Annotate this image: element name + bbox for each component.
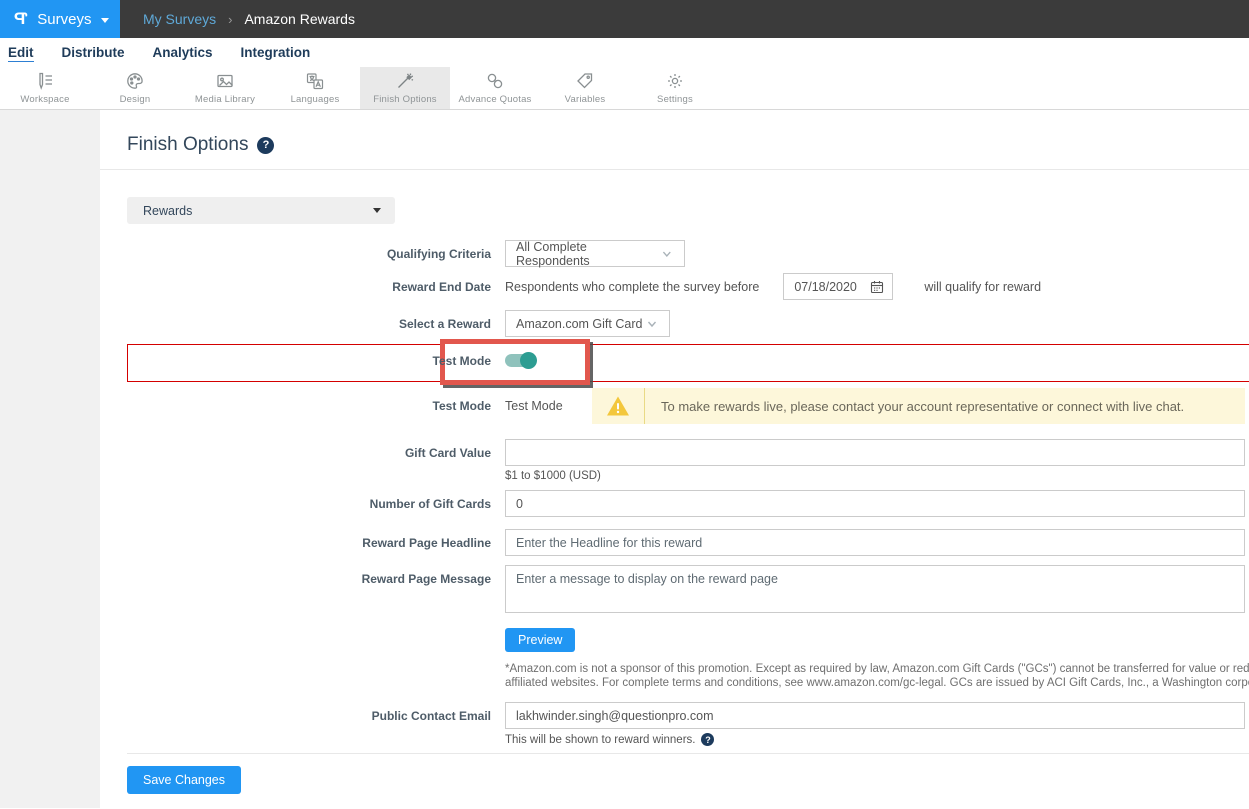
- test-mode-toggle[interactable]: [505, 354, 535, 367]
- number-of-gift-cards-input[interactable]: [505, 490, 1245, 517]
- top-bar: Ƥ Surveys My Surveys › Amazon Rewards: [0, 0, 1249, 38]
- toolbar-item-variables[interactable]: Variables: [540, 67, 630, 109]
- tag-icon: [575, 71, 595, 91]
- workspace-icon: [35, 71, 55, 91]
- reward-end-date-input[interactable]: 07/18/2020: [783, 273, 893, 300]
- breadcrumb-separator: ›: [228, 12, 232, 27]
- toolbar-item-settings[interactable]: Settings: [630, 67, 720, 109]
- tab-integration[interactable]: Integration: [227, 45, 325, 60]
- palette-icon: [125, 71, 145, 91]
- toolbar-item-finish-options[interactable]: Finish Options: [360, 67, 450, 109]
- test-mode-toggle-label: Test Mode: [100, 353, 505, 368]
- test-mode-warning-banner: To make rewards live, please contact you…: [592, 388, 1245, 424]
- reward-page-message-label: Reward Page Message: [100, 565, 505, 586]
- chevron-down-icon: [660, 247, 674, 261]
- finish-options-panel: Finish Options ? Rewards Qualifying Crit…: [100, 110, 1249, 808]
- test-mode-status-label: Test Mode: [100, 399, 505, 413]
- toggle-knob: [520, 352, 537, 369]
- public-contact-email-helper: This will be shown to reward winners.: [505, 734, 695, 746]
- reward-end-date-suffix: will qualify for reward: [924, 273, 1041, 294]
- test-mode-toggle-row: Test Mode: [100, 339, 1249, 385]
- reward-page-headline-label: Reward Page Headline: [100, 529, 505, 550]
- tab-analytics[interactable]: Analytics: [139, 45, 227, 60]
- translate-icon: [305, 71, 325, 91]
- rewards-section-dropdown[interactable]: Rewards: [127, 197, 395, 224]
- qualifying-criteria-select[interactable]: All Complete Respondents: [505, 240, 685, 267]
- toolbar-item-languages[interactable]: Languages: [270, 67, 360, 109]
- gift-card-value-helper: $1 to $1000 (USD): [505, 470, 1245, 482]
- reward-page-message-textarea[interactable]: [505, 565, 1245, 613]
- toolbar-item-design[interactable]: Design: [90, 67, 180, 109]
- gift-card-value-label: Gift Card Value: [100, 439, 505, 460]
- toolbar-item-advance-quotas[interactable]: Advance Quotas: [450, 67, 540, 109]
- calendar-icon[interactable]: [870, 280, 884, 294]
- test-mode-status-value: Test Mode: [505, 399, 592, 413]
- public-contact-email-input[interactable]: [505, 702, 1245, 729]
- left-gutter: [0, 110, 100, 808]
- tab-distribute[interactable]: Distribute: [48, 45, 139, 60]
- questionpro-logo-icon: Ƥ: [14, 9, 27, 29]
- warning-message: To make rewards live, please contact you…: [645, 399, 1184, 414]
- breadcrumb: My Surveys › Amazon Rewards: [120, 0, 1249, 38]
- help-icon[interactable]: ?: [257, 137, 274, 154]
- chevron-down-icon: [373, 208, 381, 213]
- number-of-gift-cards-label: Number of Gift Cards: [100, 490, 505, 511]
- page-title: Finish Options: [127, 134, 248, 156]
- app-window: Ƥ Surveys My Surveys › Amazon Rewards Ed…: [0, 0, 1249, 809]
- reward-page-headline-input[interactable]: [505, 529, 1245, 556]
- breadcrumb-current-survey: Amazon Rewards: [244, 11, 355, 27]
- preview-button[interactable]: Preview: [505, 628, 575, 652]
- divider: [127, 753, 1249, 754]
- amazon-disclaimer-line1: *Amazon.com is not a sponsor of this pro…: [505, 662, 1249, 676]
- chevron-down-icon: [101, 18, 109, 23]
- select-reward-label: Select a Reward: [100, 310, 505, 331]
- public-contact-email-label: Public Contact Email: [100, 702, 505, 723]
- reward-end-date-prefix: Respondents who complete the survey befo…: [505, 273, 759, 294]
- warning-triangle-icon: [606, 395, 630, 417]
- reward-end-date-label: Reward End Date: [100, 273, 505, 294]
- main-nav-tabs: Edit Distribute Analytics Integration: [0, 38, 1249, 67]
- image-icon: [215, 71, 235, 91]
- save-changes-button[interactable]: Save Changes: [127, 766, 241, 794]
- toolbar-item-workspace[interactable]: Workspace: [0, 67, 90, 109]
- qualifying-criteria-label: Qualifying Criteria: [100, 240, 505, 261]
- divider: [100, 169, 1249, 170]
- toolbar-item-media-library[interactable]: Media Library: [180, 67, 270, 109]
- chevron-down-icon: [645, 317, 659, 331]
- amazon-disclaimer-line2: affiliated websites. For complete terms …: [505, 676, 1249, 690]
- help-icon[interactable]: ?: [701, 733, 714, 746]
- magic-wand-icon: [395, 71, 415, 91]
- surveys-menu-button[interactable]: Ƥ Surveys: [0, 0, 120, 38]
- edit-toolbar: Workspace Design Media Library: [0, 67, 1249, 110]
- gift-card-value-input[interactable]: [505, 439, 1245, 466]
- tab-edit[interactable]: Edit: [8, 45, 48, 60]
- product-name: Surveys: [37, 11, 91, 28]
- links-icon: [485, 71, 505, 91]
- select-reward-select[interactable]: Amazon.com Gift Card: [505, 310, 670, 337]
- breadcrumb-my-surveys[interactable]: My Surveys: [143, 11, 216, 27]
- gear-icon: [665, 71, 685, 91]
